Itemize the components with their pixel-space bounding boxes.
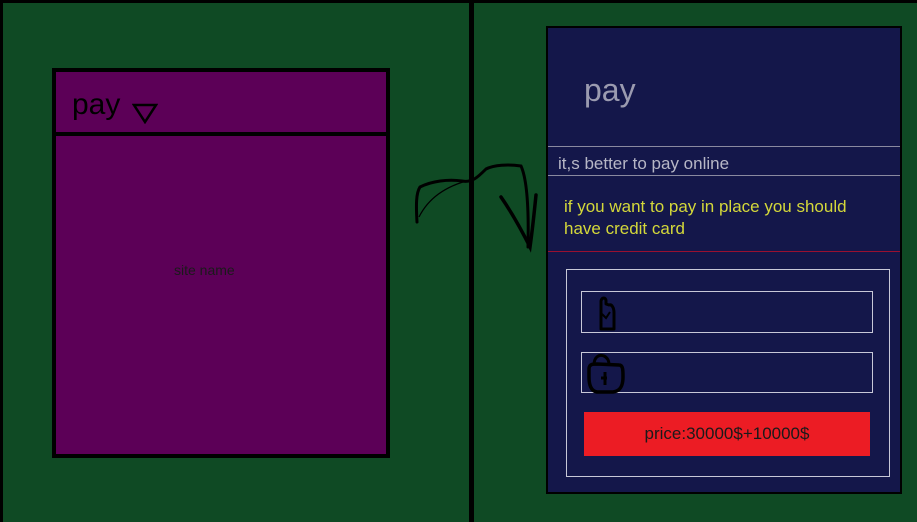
user-icon [595, 294, 619, 339]
payment-form: price:30000$+10000$ [566, 269, 890, 477]
pay-price-button[interactable]: price:30000$+10000$ [584, 412, 870, 456]
triangle-down-icon[interactable] [131, 102, 159, 129]
lock-icon [585, 351, 627, 400]
separator [548, 175, 900, 176]
pay-dropdown-header[interactable]: pay [56, 72, 386, 136]
separator [548, 146, 900, 147]
username-input[interactable] [581, 291, 873, 333]
center-divider [469, 0, 474, 522]
top-border [0, 0, 917, 3]
expanded-pay-panel: pay it,s better to pay online if you wan… [546, 26, 902, 494]
pay-title: pay [72, 88, 121, 121]
site-name-text: site name [174, 262, 235, 278]
left-border [0, 0, 3, 522]
credit-card-notice: if you want to pay in place you should h… [564, 197, 847, 238]
pay-heading: pay [584, 72, 636, 108]
pay-online-subtitle: it,s better to pay online [558, 154, 730, 173]
hand-drawn-arrow-icon [410, 155, 550, 260]
collapsed-pay-panel: pay site name [52, 68, 390, 458]
separator [548, 251, 900, 252]
